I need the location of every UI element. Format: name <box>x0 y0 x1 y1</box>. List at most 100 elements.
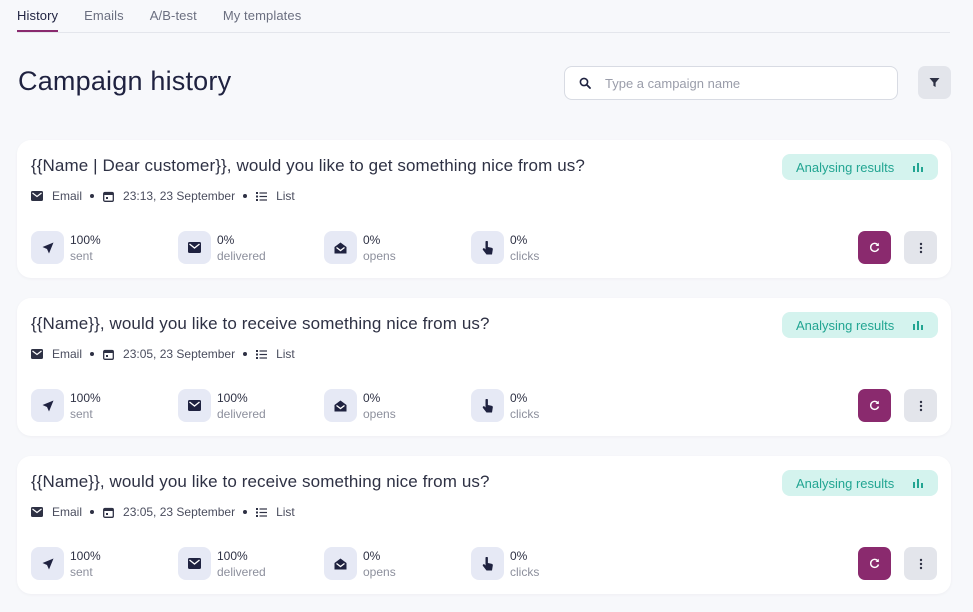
stat-value: 0% <box>217 232 235 247</box>
calendar-icon <box>103 191 114 202</box>
separator-dot <box>90 194 95 198</box>
status-badge: Analysing results <box>782 154 938 180</box>
more-options-button[interactable] <box>904 389 937 422</box>
stat-value: 100% <box>217 548 248 563</box>
list-icon <box>256 508 268 517</box>
refresh-button[interactable] <box>858 389 891 422</box>
stat-opens: 0% opens <box>324 231 396 264</box>
send-icon <box>42 558 53 569</box>
envelope-icon <box>31 191 43 201</box>
more-vertical-icon <box>919 242 922 253</box>
stat-label: opens <box>363 564 396 579</box>
refresh-button[interactable] <box>858 547 891 580</box>
campaign-meta: Email 23:05, 23 September List <box>31 505 295 519</box>
stat-delivered: 100% delivered <box>178 389 266 422</box>
tab-bar: History Emails A/B-test My templates <box>17 0 950 33</box>
stat-label: delivered <box>217 406 266 421</box>
more-vertical-icon <box>919 558 922 569</box>
send-icon <box>42 400 53 411</box>
stat-value: 100% <box>70 548 101 563</box>
search-icon <box>579 77 591 89</box>
stat-delivered: 0% delivered <box>178 231 266 264</box>
stat-value: 0% <box>510 232 528 247</box>
calendar-icon <box>103 507 114 518</box>
stat-label: opens <box>363 406 396 421</box>
send-icon <box>42 242 53 253</box>
stat-label: clicks <box>510 406 540 421</box>
more-options-button[interactable] <box>904 547 937 580</box>
stat-opens: 0% opens <box>324 547 396 580</box>
campaign-card: {{Name | Dear customer}}, would you like… <box>17 140 951 278</box>
tab-history[interactable]: History <box>17 8 59 32</box>
stat-sent: 100% sent <box>31 231 101 264</box>
campaign-title[interactable]: {{Name}}, would you like to receive some… <box>31 472 490 492</box>
open-envelope-icon <box>334 400 347 411</box>
refresh-icon <box>869 558 880 569</box>
send-datetime: 23:05, 23 September <box>123 505 236 519</box>
separator-dot <box>90 352 95 356</box>
stat-clicks: 0% clicks <box>471 231 539 264</box>
audience: List <box>276 189 295 203</box>
audience: List <box>276 505 295 519</box>
status-badge: Analysing results <box>782 470 938 496</box>
status-text: Analysing results <box>796 475 895 491</box>
separator-dot <box>243 510 248 514</box>
search-input[interactable] <box>605 75 875 91</box>
stat-clicks: 0% clicks <box>471 547 539 580</box>
stat-sent: 100% sent <box>31 389 101 422</box>
tab-my-templates[interactable]: My templates <box>223 8 302 32</box>
envelope-icon <box>188 400 201 411</box>
stat-label: clicks <box>510 564 540 579</box>
separator-dot <box>243 352 248 356</box>
stat-label: opens <box>363 248 396 263</box>
bar-chart-icon <box>913 163 923 172</box>
audience: List <box>276 347 295 361</box>
stat-opens: 0% opens <box>324 389 396 422</box>
campaign-title[interactable]: {{Name}}, would you like to receive some… <box>31 314 490 334</box>
pointer-hand-icon <box>482 556 493 570</box>
send-datetime: 23:05, 23 September <box>123 347 236 361</box>
envelope-icon <box>188 558 201 569</box>
search-box[interactable] <box>564 66 898 100</box>
stat-label: clicks <box>510 248 540 263</box>
stat-clicks: 0% clicks <box>471 389 539 422</box>
stat-label: delivered <box>217 248 266 263</box>
refresh-button[interactable] <box>858 231 891 264</box>
list-icon <box>256 350 268 359</box>
more-options-button[interactable] <box>904 231 937 264</box>
campaign-card: {{Name}}, would you like to receive some… <box>17 456 951 594</box>
filter-button[interactable] <box>918 66 951 99</box>
stat-value: 100% <box>70 390 101 405</box>
stat-value: 100% <box>217 390 248 405</box>
stat-value: 0% <box>363 232 381 247</box>
stat-value: 0% <box>510 390 528 405</box>
tab-emails[interactable]: Emails <box>84 8 124 32</box>
pointer-hand-icon <box>482 398 493 412</box>
stat-label: sent <box>70 564 93 579</box>
stat-value: 0% <box>510 548 528 563</box>
stat-value: 0% <box>363 390 381 405</box>
stat-value: 0% <box>363 548 381 563</box>
campaign-meta: Email 23:13, 23 September List <box>31 189 295 203</box>
tab-ab-test[interactable]: A/B-test <box>150 8 197 32</box>
envelope-icon <box>31 507 43 517</box>
filter-icon <box>929 78 940 87</box>
more-vertical-icon <box>919 400 922 411</box>
status-badge: Analysing results <box>782 312 938 338</box>
channel: Email <box>52 189 83 203</box>
separator-dot <box>90 510 95 514</box>
stat-label: sent <box>70 248 93 263</box>
calendar-icon <box>103 349 114 360</box>
channel: Email <box>52 505 83 519</box>
status-text: Analysing results <box>796 159 895 175</box>
campaign-title[interactable]: {{Name | Dear customer}}, would you like… <box>31 156 585 176</box>
campaign-meta: Email 23:05, 23 September List <box>31 347 295 361</box>
envelope-icon <box>31 349 43 359</box>
send-datetime: 23:13, 23 September <box>123 189 236 203</box>
refresh-icon <box>869 242 880 253</box>
pointer-hand-icon <box>482 240 493 254</box>
campaign-card: {{Name}}, would you like to receive some… <box>17 298 951 436</box>
envelope-icon <box>188 242 201 253</box>
stat-label: sent <box>70 406 93 421</box>
page-title: Campaign history <box>18 66 232 96</box>
